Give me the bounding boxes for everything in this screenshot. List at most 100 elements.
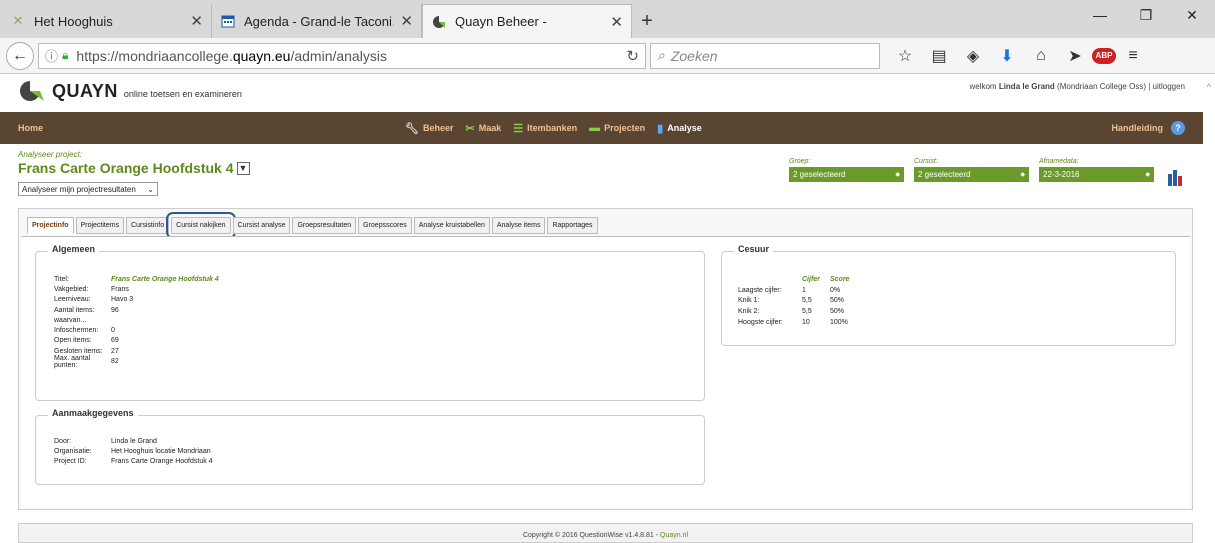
brand-name: QUAYN xyxy=(52,80,118,101)
algemeen-fields: Titel: Frans Carte Orange Hoofdstuk 4 Vak… xyxy=(54,274,219,369)
quayn-logo-icon xyxy=(20,81,44,101)
app-header: QUAYN online toetsen en examineren welko… xyxy=(0,74,1215,108)
field-row: Project ID: Frans Carte Orange Hoofdstuk … xyxy=(54,458,213,466)
analysis-tabs: Projectinfo Projectitems Cursistinfo Cur… xyxy=(27,212,600,239)
tab-cursistinfo[interactable]: Cursistinfo xyxy=(126,217,170,234)
menu-icon[interactable]: ≡ xyxy=(1116,47,1150,65)
window-controls: — ❐ ✕ xyxy=(1077,0,1215,30)
download-icon[interactable]: ⬇ xyxy=(990,46,1024,66)
folder-icon: ▬ xyxy=(589,122,601,134)
adblock-icon[interactable]: ABP xyxy=(1092,47,1116,64)
brand-tagline: online toetsen en examineren xyxy=(123,89,242,99)
close-window-icon[interactable]: ✕ xyxy=(1169,0,1215,30)
tab-label: Het Hooghuis xyxy=(34,13,113,29)
table-row: Hoogste cijfer: 10 100% xyxy=(738,319,848,327)
chevron-down-icon: ⌄ xyxy=(147,184,154,194)
analysis-chart-icon[interactable] xyxy=(1168,170,1183,186)
chevron-down-icon: ◆ xyxy=(1020,172,1025,178)
browser-toolbar: ☆ ▤ ◈ ⬇ ⌂ ➤ ABP ≡ xyxy=(888,46,1150,66)
tab-rapportages[interactable]: Rapportages xyxy=(547,217,598,234)
browser-navbar: ← ⓘ 🔒︎ https://mondriaancollege.quayn.eu… xyxy=(0,38,1215,74)
table-row: Knik 2: 5,5 50% xyxy=(738,308,845,316)
afnamedata-select[interactable]: 22-3-2016 ◆ xyxy=(1039,167,1154,182)
welcome-text: welkom Linda le Grand (Mondriaan College… xyxy=(969,82,1185,91)
browser-tabbar: ✕ Het Hooghuis ✕ Agenda - Grand-le Tacon… xyxy=(0,0,1215,38)
quayn-logo-icon xyxy=(431,14,447,30)
nav-projecten[interactable]: ▬ Projecten xyxy=(589,122,645,134)
field-row: Infoschermen: 0 xyxy=(54,327,115,335)
tab-analyse-kruistabellen[interactable]: Analyse kruistabellen xyxy=(413,217,490,234)
cesuur-section: Cesuur Cijfer Score Laagste cijfer: 1 0% Kn… xyxy=(721,244,1176,346)
cursist-select[interactable]: 2 geselecteerd ◆ xyxy=(914,167,1029,182)
reload-icon[interactable]: ↻ xyxy=(626,47,639,65)
search-input[interactable]: ⌕ Zoeken xyxy=(650,42,880,69)
tools-icon: ✂ xyxy=(465,122,475,135)
tab-analyse-items[interactable]: Analyse items xyxy=(491,217,546,234)
bar-chart-icon: ▮ xyxy=(657,122,664,135)
new-tab-button[interactable]: + xyxy=(632,4,662,38)
aanmaak-heading: Aanmaakgegevens xyxy=(48,408,138,418)
close-tab-icon[interactable]: ✕ xyxy=(610,13,623,31)
nav-handleiding[interactable]: Handleiding? xyxy=(1112,121,1185,135)
close-tab-icon[interactable]: ✕ xyxy=(190,12,203,30)
bookmark-star-icon[interactable]: ☆ xyxy=(888,46,922,66)
info-icon[interactable]: ⓘ xyxy=(45,46,58,65)
tab-groepsscores[interactable]: Groepsscores xyxy=(358,217,412,234)
filter-icon[interactable]: ▼ xyxy=(236,161,250,175)
pocket-icon[interactable]: ◈ xyxy=(956,46,990,66)
tab-content: Algemeen Titel: Frans Carte Orange Hoofds… xyxy=(21,236,1190,508)
filter-cursist: Cursist: 2 geselecteerd ◆ xyxy=(914,158,1029,182)
reading-list-icon[interactable]: ▤ xyxy=(922,46,956,66)
algemeen-heading: Algemeen xyxy=(48,244,100,254)
nav-maak[interactable]: ✂ Maak xyxy=(466,122,502,135)
field-row: Organisatie: Het Hooghuis locatie Mondria… xyxy=(54,447,211,455)
tab-groepsresultaten[interactable]: Groepsresultaten xyxy=(292,217,357,234)
address-bar[interactable]: ⓘ 🔒︎ https://mondriaancollege.quayn.eu/a… xyxy=(38,42,646,69)
browser-tab-hooghuis[interactable]: ✕ Het Hooghuis ✕ xyxy=(2,4,212,38)
tab-projectinfo[interactable]: Projectinfo xyxy=(27,217,74,234)
field-row: Open items: 69 xyxy=(54,337,119,345)
groep-select[interactable]: 2 geselecteerd ◆ xyxy=(789,167,904,182)
back-button[interactable]: ← xyxy=(6,41,34,70)
main-nav: Home 🔧︎ Beheer ✂ Maak ☰ Itembanken ▬ Project… xyxy=(0,112,1203,144)
url-text: https://mondriaancollege.quayn.eu/admin/… xyxy=(76,47,387,64)
aanmaak-fields: Door: Linda le Grand Organisatie: Het Hoog… xyxy=(54,436,213,467)
cesuur-table: Cijfer Score Laagste cijfer: 1 0% Knik 1: 5,… xyxy=(738,274,849,328)
filters: Groep: 2 geselecteerd ◆ Cursist: 2 gesele… xyxy=(789,158,1164,182)
send-icon[interactable]: ➤ xyxy=(1058,46,1092,66)
nav-beheer[interactable]: 🔧︎ Beheer xyxy=(405,122,453,135)
tab-cursist-nakijken[interactable]: Cursist nakijken xyxy=(166,212,236,239)
tab-cursist-analyse[interactable]: Cursist analyse xyxy=(232,217,291,234)
quayn-link[interactable]: Quayn.nl xyxy=(660,532,688,539)
content-panel: Projectinfo Projectitems Cursistinfo Cur… xyxy=(18,208,1193,510)
x-logo-icon: ✕ xyxy=(12,13,24,28)
close-tab-icon[interactable]: ✕ xyxy=(400,12,413,30)
browser-tab-agenda[interactable]: Agenda - Grand-le Taconi… ✕ xyxy=(212,4,422,38)
field-row: Door: Linda le Grand xyxy=(54,437,157,445)
home-icon[interactable]: ⌂ xyxy=(1024,47,1058,65)
nav-itembanken[interactable]: ☰ Itembanken xyxy=(513,122,577,135)
analysis-mode-select[interactable]: Analyseer mijn projectresultaten ⌄ xyxy=(18,182,158,196)
tab-projectitems[interactable]: Projectitems xyxy=(75,217,125,234)
nav-home[interactable]: Home xyxy=(18,123,43,133)
restore-icon[interactable]: ❐ xyxy=(1123,0,1169,30)
project-label: Analyseer project: xyxy=(18,150,83,159)
calendar-icon xyxy=(220,13,236,29)
algemeen-section: Algemeen Titel: Frans Carte Orange Hoofds… xyxy=(35,244,705,401)
chevron-down-icon: ◆ xyxy=(895,172,900,178)
nav-analyse[interactable]: ▮ Analyse xyxy=(657,122,702,135)
page-footer: Copyright © 2016 QuestionWise v1.4.8.81 … xyxy=(18,523,1193,543)
aanmaak-section: Aanmaakgegevens Door: Linda le Grand Orga… xyxy=(35,408,705,485)
project-area: Analyseer project: Frans Carte Orange Ho… xyxy=(0,144,1215,196)
scroll-up-icon[interactable]: ^ xyxy=(1207,82,1211,92)
browser-tab-quayn[interactable]: Quayn Beheer - ✕ xyxy=(422,4,632,38)
minimize-icon[interactable]: — xyxy=(1077,0,1123,30)
list-icon: ☰ xyxy=(513,122,524,135)
filter-afnamedata: Afnamedata: 22-3-2016 ◆ xyxy=(1039,158,1154,182)
table-row: Knik 1: 5,5 50% xyxy=(738,297,845,305)
field-row: Aantal items: 96 xyxy=(54,306,119,314)
field-row: Leerniveau: Havo 3 xyxy=(54,296,134,304)
table-header: Cijfer Score xyxy=(802,275,850,283)
quayn-logo[interactable]: QUAYN online toetsen en examineren xyxy=(16,79,242,103)
logout-link[interactable]: uitloggen xyxy=(1153,82,1185,91)
